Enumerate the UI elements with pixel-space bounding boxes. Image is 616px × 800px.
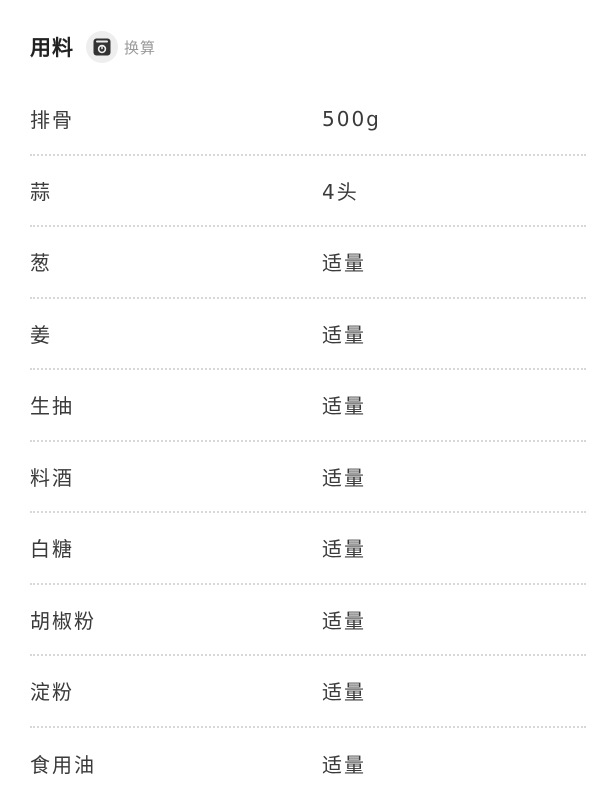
ingredient-row: 淀粉 适量 [30,656,586,728]
ingredient-name: 蒜 [30,179,52,204]
ingredient-row: 料酒 适量 [30,442,586,513]
ingredient-amount: 4头 [322,179,359,204]
ingredient-row: 排骨 500g [30,84,586,156]
ingredients-header: 用料 换算 [30,0,586,95]
ingredient-list: 排骨 500g 蒜 4头 葱 适量 姜 适量 生抽 适量 料酒 适量 白糖 适量… [30,84,586,799]
ingredient-amount: 适量 [322,752,366,777]
ingredient-row: 蒜 4头 [30,156,586,227]
convert-label[interactable]: 换算 [124,37,156,58]
ingredient-amount: 500g [322,106,381,131]
ingredient-amount: 适量 [322,251,366,276]
ingredient-name: 食用油 [30,752,96,777]
ingredient-name: 白糖 [30,537,74,562]
ingredient-row: 葱 适量 [30,227,586,299]
ingredient-row: 生抽 适量 [30,370,586,442]
ingredient-amount: 适量 [322,465,366,490]
kitchen-scale-icon[interactable] [86,31,118,63]
ingredient-name: 淀粉 [30,680,74,705]
ingredient-amount: 适量 [322,394,366,419]
ingredient-amount: 适量 [322,322,366,347]
ingredient-row: 食用油 适量 [30,728,586,800]
ingredient-name: 排骨 [30,108,74,133]
ingredient-name: 胡椒粉 [30,608,96,633]
kitchen-scale-icon-svg [93,38,111,56]
ingredients-page: 用料 换算 排骨 500g 蒜 4头 葱 适量 姜 适量 生抽 适量 料酒 适量… [0,0,616,800]
ingredient-amount: 适量 [322,537,366,562]
section-title: 用料 [30,36,74,60]
ingredient-row: 胡椒粉 适量 [30,585,586,656]
ingredient-amount: 适量 [322,608,366,633]
convert-button[interactable]: 换算 [86,31,156,63]
ingredient-row: 白糖 适量 [30,513,586,585]
ingredient-name: 料酒 [30,465,74,490]
ingredient-name: 姜 [30,322,52,347]
ingredient-row: 姜 适量 [30,299,586,370]
ingredient-name: 生抽 [30,394,74,419]
ingredient-amount: 适量 [322,680,366,705]
ingredient-name: 葱 [30,251,52,276]
